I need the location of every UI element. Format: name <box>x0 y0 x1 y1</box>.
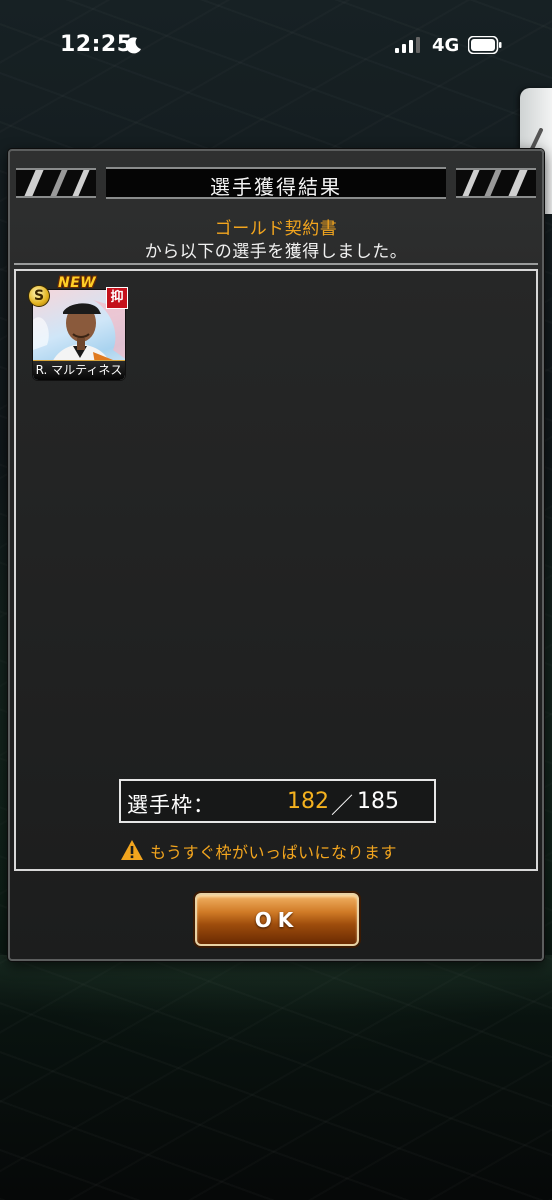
title-decoration-right <box>456 168 536 198</box>
slots-warning: もうすぐ枠がいっぱいになります <box>10 837 542 863</box>
title-center: 選手獲得結果 <box>106 167 446 199</box>
title-decoration-left <box>16 168 96 198</box>
warning-text: もうすぐ枠がいっぱいになります <box>150 843 398 862</box>
dialog-title: 選手獲得結果 <box>210 175 342 199</box>
signal-icon <box>395 37 420 53</box>
network-type: 4G <box>432 35 460 56</box>
player-card[interactable]: R. マルティネス S NEW 抑 <box>28 275 128 385</box>
player-slots-box: 選手枠： 182 ／ 185 <box>119 779 436 823</box>
dialog-title-bar: 選手獲得結果 <box>16 167 536 199</box>
contract-source: ゴールド契約書 <box>214 219 338 239</box>
status-time: 12:25 <box>60 32 133 57</box>
header-divider <box>14 263 538 265</box>
battery-icon <box>468 36 502 54</box>
ok-button-label: OK <box>254 908 300 932</box>
warning-icon <box>121 840 143 860</box>
player-name: R. マルティネス <box>35 363 123 377</box>
slots-separator: ／ <box>331 794 354 819</box>
background-field-band <box>0 955 552 1015</box>
acquisition-message: から以下の選手を獲得しました。 <box>144 242 408 262</box>
status-bar: 12:25 4G <box>0 0 552 92</box>
moon-icon <box>125 37 141 54</box>
slots-label: 選手枠： <box>127 793 215 817</box>
position-badge: 抑 <box>106 287 128 309</box>
new-badge: NEW <box>58 275 97 291</box>
player-name-plate: R. マルティネス <box>33 360 125 380</box>
slots-max-count: 185 <box>357 789 399 814</box>
ok-button[interactable]: OK <box>195 893 359 946</box>
slots-current-count: 182 <box>287 789 329 814</box>
rank-s-badge: S <box>28 285 50 307</box>
player-acquisition-dialog: 選手獲得結果 ゴールド契約書 から以下の選手を獲得しました。 R. マルティネス… <box>8 149 544 961</box>
